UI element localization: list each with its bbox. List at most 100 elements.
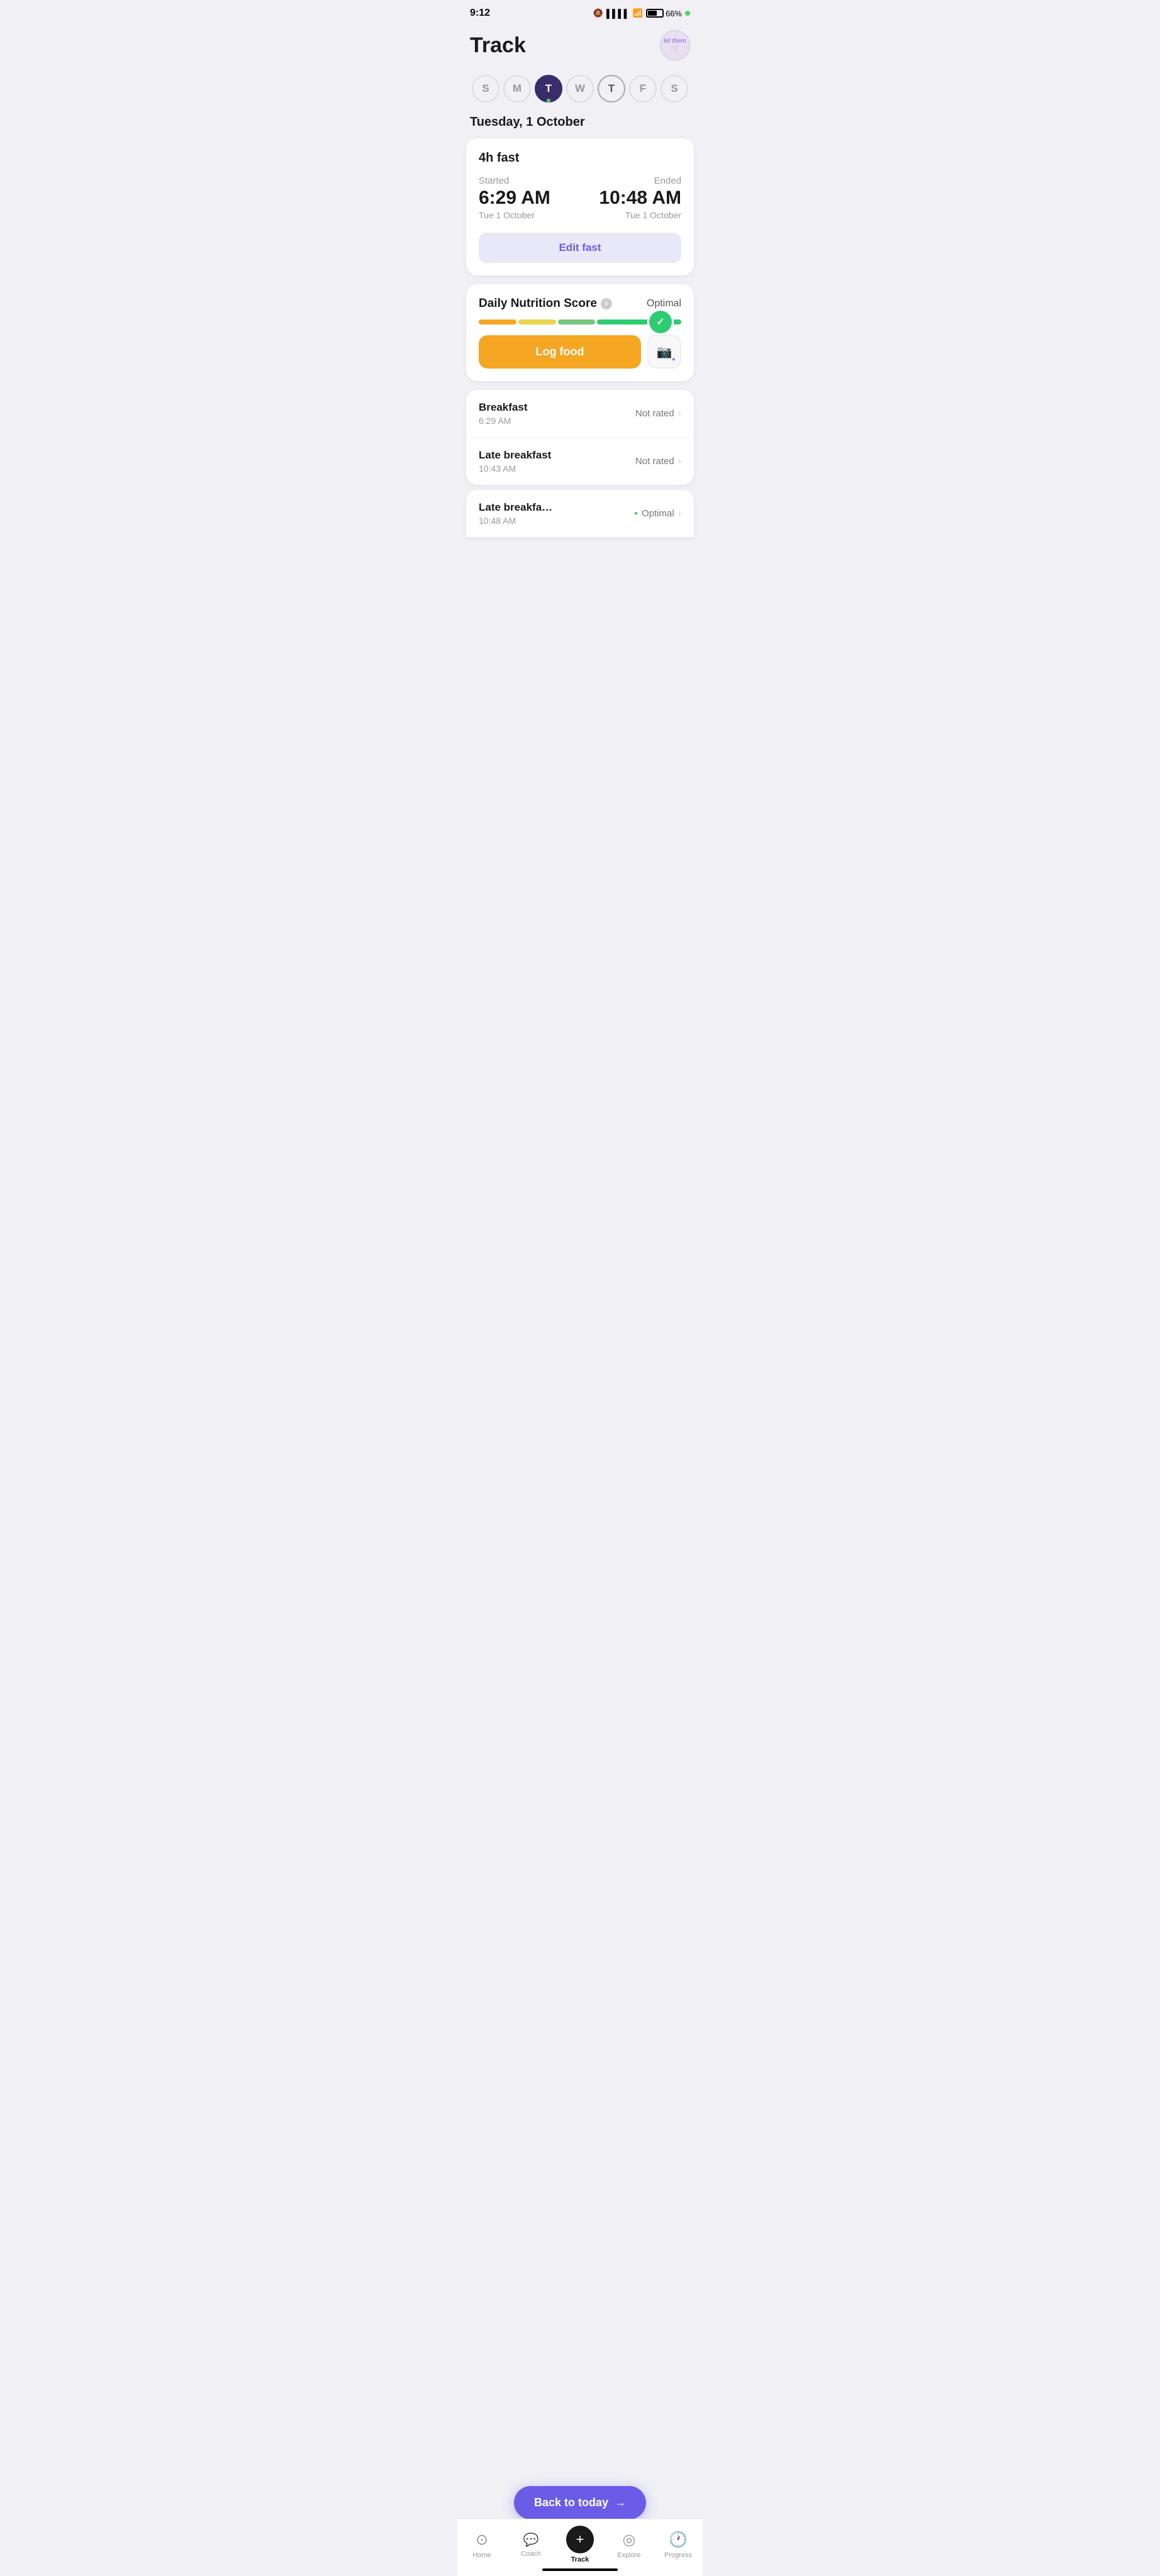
info-icon[interactable]: i — [601, 298, 612, 309]
day-item-t-active[interactable]: T — [535, 75, 562, 103]
nutrition-title-row: Daily Nutrition Score i — [479, 297, 612, 311]
ended-label: Ended — [599, 175, 681, 186]
bar-tail — [674, 319, 681, 325]
meal-rating-breakfast: Not rated › — [635, 408, 681, 419]
app-header: Track let them ♡ — [457, 24, 703, 70]
signal-bars: ▌▌▌▌ — [606, 9, 630, 18]
battery-container: 66% — [646, 9, 682, 18]
day-item-m[interactable]: M — [503, 75, 531, 103]
camera-icon: 📷 — [657, 344, 672, 360]
day-circle-s1[interactable]: S — [472, 75, 499, 103]
meal-row-breakfast[interactable]: Breakfast 6:29 AM Not rated › — [466, 390, 694, 438]
current-date: Tuesday, 1 October — [457, 113, 703, 138]
log-food-row: Log food 📷 ✦ — [479, 335, 681, 369]
late-breakfast-2-chevron: › — [678, 508, 681, 519]
green-dot — [685, 11, 690, 16]
nutrition-bar: ✓ — [479, 319, 681, 325]
progress-icon: 🕐 — [669, 2531, 688, 2549]
fast-end-group: Ended 10:48 AM Tue 1 October — [599, 175, 681, 220]
day-circle-f[interactable]: F — [629, 75, 657, 103]
page-title: Track — [470, 33, 526, 58]
meal-time-late-breakfast-2: 10:48 AM — [479, 516, 552, 526]
status-icons: 🔕 ▌▌▌▌ 📶 66% — [593, 8, 690, 18]
nav-item-explore[interactable]: ◎ Explore — [605, 2531, 654, 2559]
coach-icon: 💬 — [523, 2532, 539, 2548]
day-circle-t-active[interactable]: T — [535, 75, 562, 103]
fast-end-date: Tue 1 October — [599, 210, 681, 220]
fast-card: 4h fast Started 6:29 AM Tue 1 October En… — [466, 138, 694, 275]
meal-info-breakfast: Breakfast 6:29 AM — [479, 401, 528, 426]
avatar[interactable]: let them ♡ — [660, 30, 690, 60]
explore-icon: ◎ — [623, 2531, 636, 2549]
meal-time-breakfast: 6:29 AM — [479, 416, 528, 426]
meal-info-late-breakfast-2: Late breakfa… 10:48 AM — [479, 501, 552, 526]
log-food-button[interactable]: Log food — [479, 335, 641, 369]
battery-fill — [648, 11, 657, 16]
meal-row-late-breakfast-2[interactable]: Late breakfa… 10:48 AM ● Optimal › — [466, 490, 694, 537]
meal-name-late-breakfast-1: Late breakfast — [479, 449, 551, 462]
status-bar: 9:12 🔕 ▌▌▌▌ 📶 66% — [457, 0, 703, 24]
day-item-f[interactable]: F — [629, 75, 657, 103]
home-indicator — [542, 2568, 618, 2571]
breakfast-chevron: › — [678, 408, 681, 419]
nav-label-coach: Coach — [521, 2550, 541, 2558]
day-item-s2[interactable]: S — [661, 75, 688, 103]
late-breakfast-1-rating-text: Not rated — [635, 456, 674, 467]
nutrition-title: Daily Nutrition Score — [479, 297, 597, 311]
meal-row-late-breakfast-1[interactable]: Late breakfast 10:43 AM Not rated › — [466, 438, 694, 485]
breakfast-rating-text: Not rated — [635, 408, 674, 419]
nav-item-track[interactable]: + Track — [555, 2526, 605, 2563]
nav-label-track: Track — [571, 2556, 589, 2563]
content-area: 4h fast Started 6:29 AM Tue 1 October En… — [457, 138, 703, 613]
day-circle-m[interactable]: M — [503, 75, 531, 103]
meal-name-late-breakfast-2: Late breakfa… — [479, 501, 552, 514]
late-breakfast-2-rating-text: Optimal — [642, 508, 674, 519]
nav-item-progress[interactable]: 🕐 Progress — [654, 2531, 703, 2559]
late-breakfast-1-chevron: › — [678, 456, 681, 467]
fast-times: Started 6:29 AM Tue 1 October Ended 10:4… — [479, 175, 681, 220]
meal-time-late-breakfast-1: 10:43 AM — [479, 464, 551, 474]
meal-rating-late-breakfast-2: ● Optimal › — [634, 508, 681, 519]
day-circle-t2[interactable]: T — [598, 75, 625, 103]
nav-item-home[interactable]: ⊙ Home — [457, 2531, 506, 2559]
mute-icon: 🔕 — [593, 8, 603, 18]
active-day-dot — [547, 99, 550, 103]
day-item-t2[interactable]: T — [598, 75, 625, 103]
battery-percent: 66% — [666, 9, 682, 18]
bar-green-dark — [597, 319, 647, 325]
nutrition-status: Optimal — [647, 298, 681, 309]
home-icon: ⊙ — [476, 2531, 488, 2549]
track-icon: + — [566, 2526, 594, 2553]
bar-checkmark: ✓ — [649, 311, 672, 333]
day-circle-w[interactable]: W — [566, 75, 594, 103]
nutrition-card: Daily Nutrition Score i Optimal ✓ Log fo… — [466, 284, 694, 381]
fast-start-time: 6:29 AM — [479, 187, 550, 209]
nutrition-header: Daily Nutrition Score i Optimal — [479, 297, 681, 311]
day-circle-s2[interactable]: S — [661, 75, 688, 103]
bar-orange — [479, 319, 516, 325]
arrow-right-icon: → — [615, 2496, 626, 2509]
camera-button[interactable]: 📷 ✦ — [647, 335, 681, 369]
camera-spark-icon: ✦ — [671, 357, 676, 364]
fast-title: 4h fast — [479, 151, 681, 165]
back-to-today-label: Back to today — [534, 2496, 608, 2509]
fast-start-date: Tue 1 October — [479, 210, 550, 220]
fast-start-group: Started 6:29 AM Tue 1 October — [479, 175, 550, 220]
day-item-s1[interactable]: S — [472, 75, 499, 103]
started-label: Started — [479, 175, 550, 186]
nav-label-progress: Progress — [664, 2551, 692, 2559]
meal-info-late-breakfast-1: Late breakfast 10:43 AM — [479, 449, 551, 474]
nav-item-coach[interactable]: 💬 Coach — [506, 2532, 555, 2558]
meal-rating-late-breakfast-1: Not rated › — [635, 456, 681, 467]
status-time: 9:12 — [470, 8, 490, 19]
bar-yellow — [518, 319, 556, 325]
day-selector: S M T W T F S — [457, 70, 703, 113]
back-to-today-button[interactable]: Back to today → — [514, 2486, 646, 2519]
edit-fast-button[interactable]: Edit fast — [479, 233, 681, 263]
fast-end-time: 10:48 AM — [599, 187, 681, 209]
day-item-w[interactable]: W — [566, 75, 594, 103]
bottom-nav: ⊙ Home 💬 Coach + Track ◎ Explore 🕐 Progr… — [457, 2519, 703, 2576]
wifi-icon: 📶 — [633, 8, 643, 18]
nav-label-home: Home — [472, 2551, 491, 2559]
meals-section: Breakfast 6:29 AM Not rated › Late break… — [466, 390, 694, 485]
